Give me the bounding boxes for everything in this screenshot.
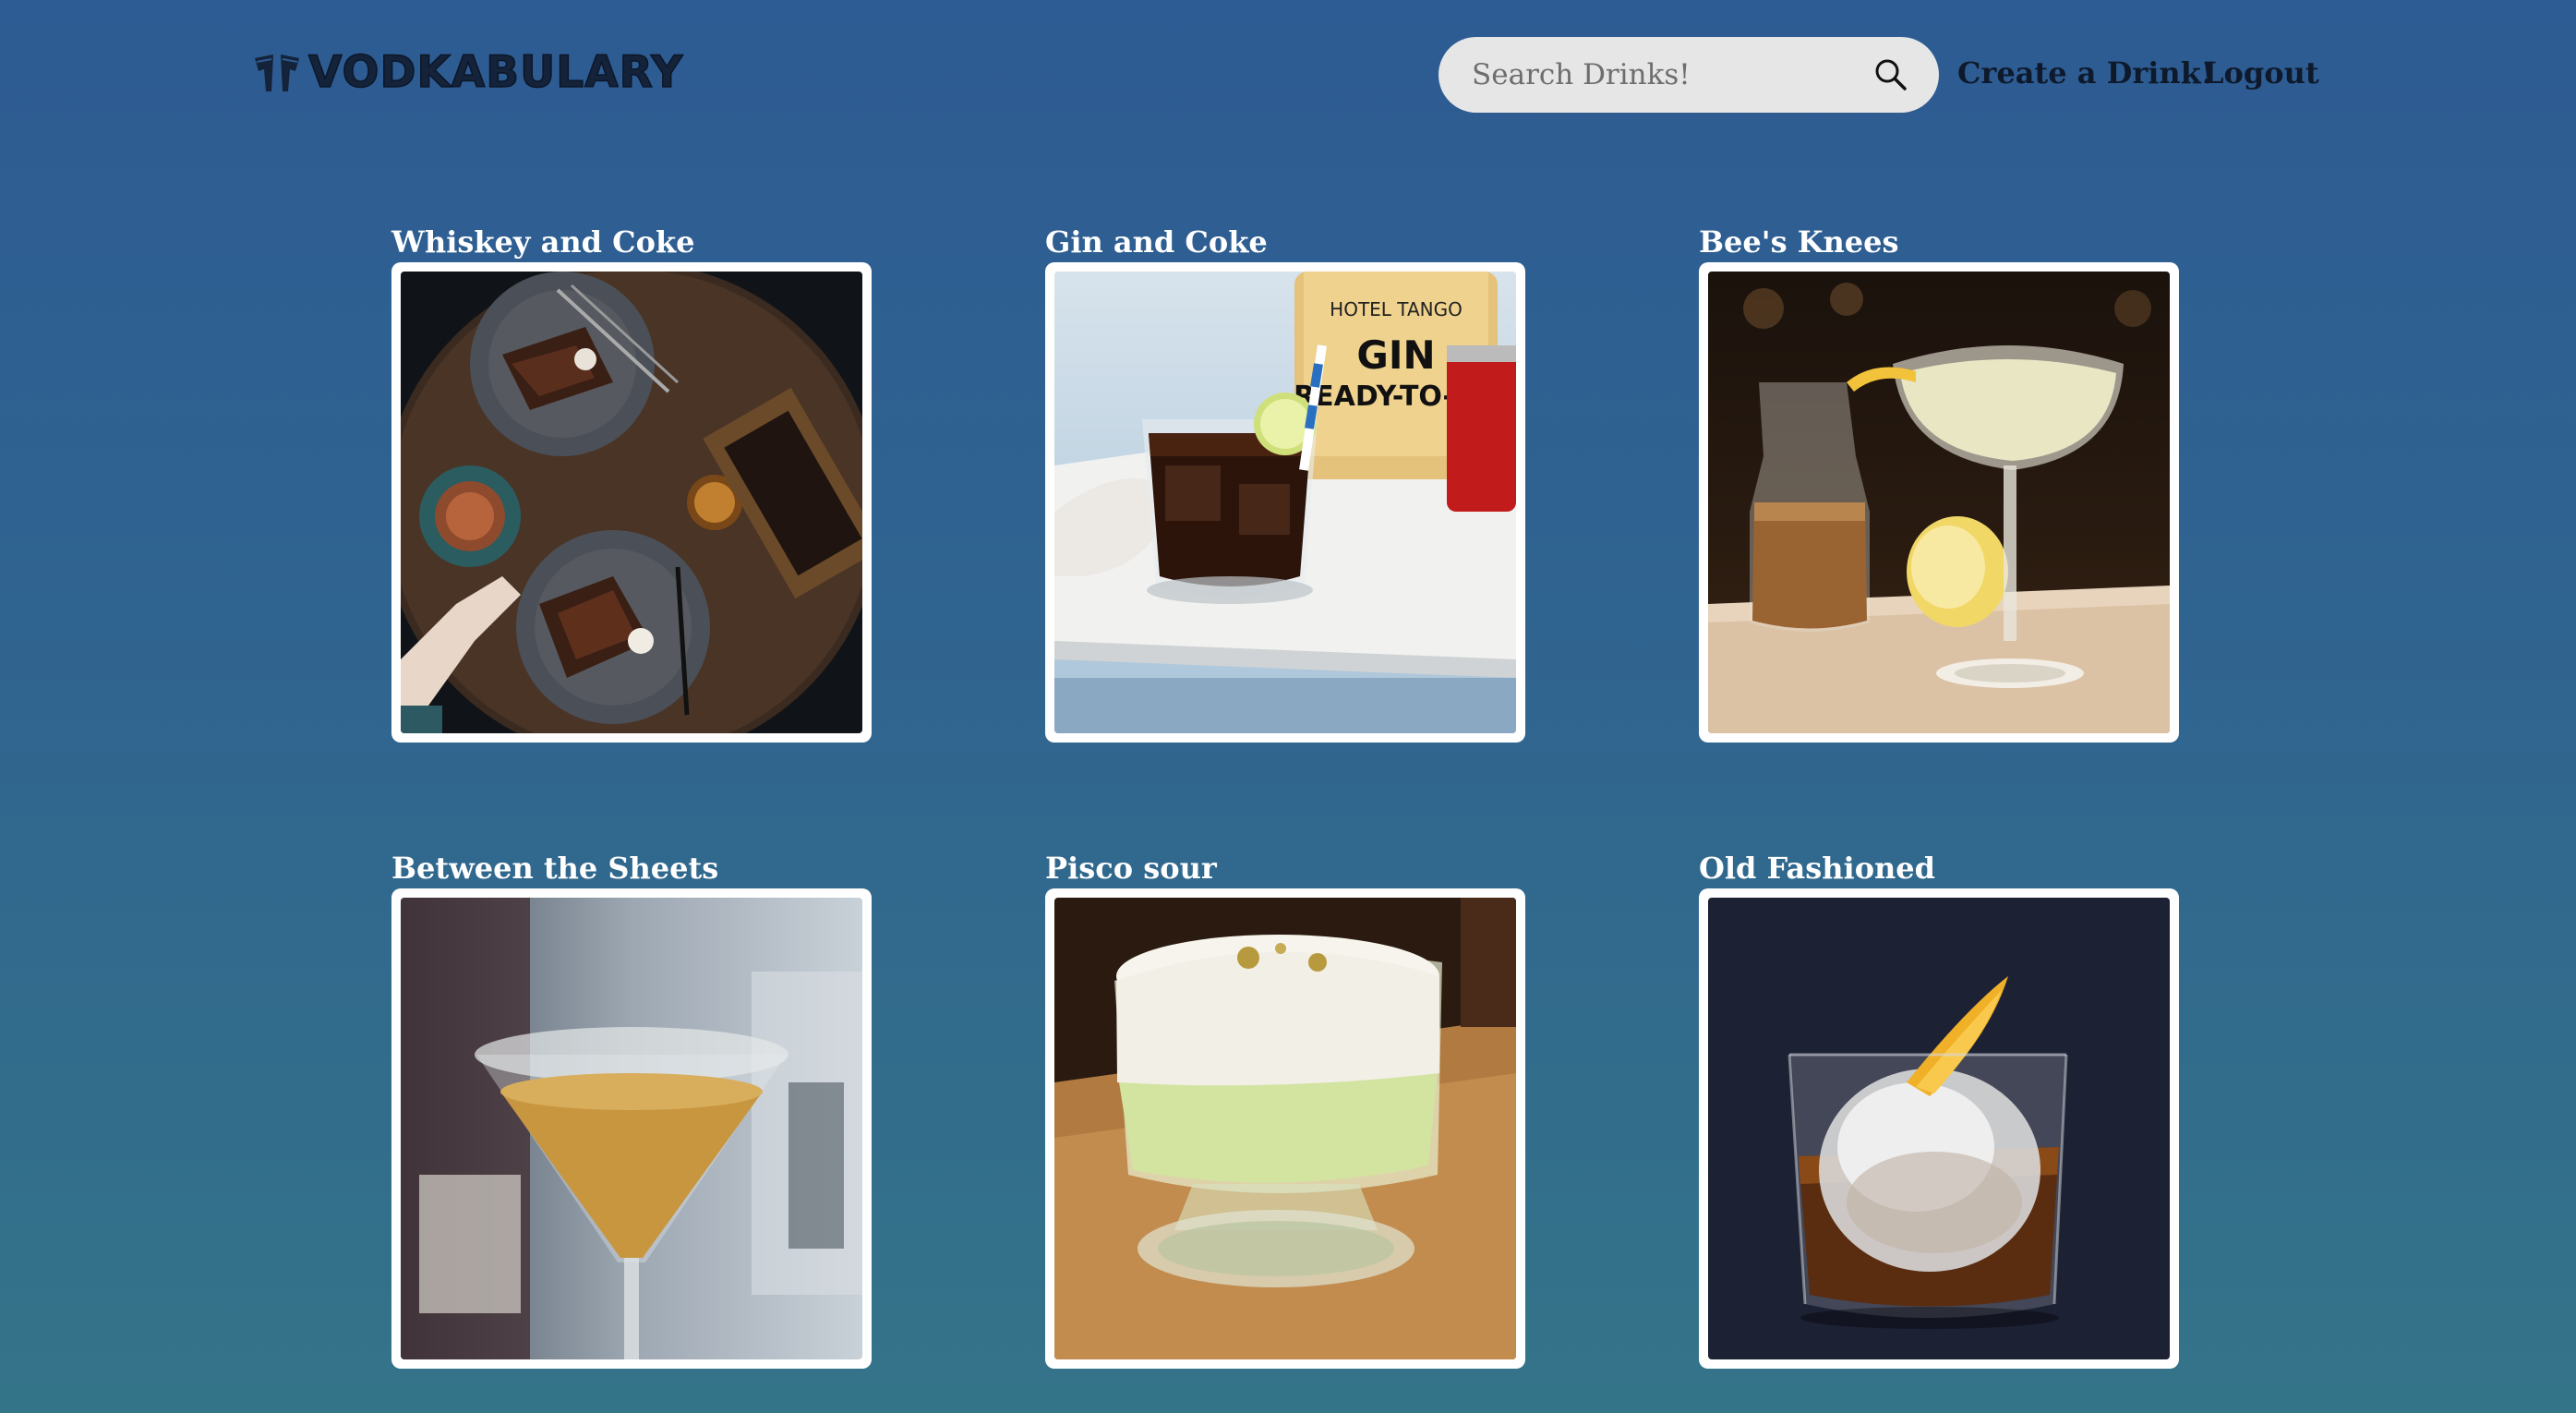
drink-image-frame[interactable] [1699, 888, 2179, 1369]
drink-image[interactable]: HOTEL TANGO GIN READY-TO-DR [1054, 272, 1516, 733]
gin-coke-photo: HOTEL TANGO GIN READY-TO-DR [1054, 272, 1516, 733]
drink-image[interactable] [1054, 898, 1516, 1359]
drink-image-frame[interactable] [391, 888, 872, 1369]
top-header: Vodkabulary Create a Drink! Logout [0, 0, 2576, 148]
drink-image[interactable] [401, 898, 862, 1359]
old-fashioned-photo [1708, 898, 2170, 1359]
drink-card[interactable]: Between the Sheets [391, 848, 872, 1369]
drink-image-frame[interactable] [391, 262, 872, 743]
logo-text: Vodkabulary [307, 46, 684, 99]
cocktail-glasses-icon [255, 54, 299, 91]
drink-title[interactable]: Old Fashioned [1699, 848, 2179, 888]
drink-title[interactable]: Between the Sheets [391, 848, 872, 888]
search-bar [1438, 37, 1939, 113]
logo[interactable]: Vodkabulary [251, 46, 683, 98]
drink-card[interactable]: Gin and Coke HOTEL TANGO GIN READY-TO-DR [1045, 222, 1525, 743]
logout-link[interactable]: Logout [2203, 55, 2319, 91]
pisco-sour-photo [1054, 898, 1516, 1359]
drink-card[interactable]: Pisco sour [1045, 848, 1525, 1369]
bottle-label-top: HOTEL TANGO [1330, 298, 1463, 320]
drink-image-frame[interactable]: HOTEL TANGO GIN READY-TO-DR [1045, 262, 1525, 743]
bottle-label-main: GIN [1356, 332, 1435, 378]
search-input[interactable] [1472, 58, 1872, 91]
search-icon[interactable] [1872, 56, 1909, 93]
drink-image[interactable] [401, 272, 862, 733]
drink-image[interactable] [1708, 898, 2170, 1359]
drink-card[interactable]: Bee's Knees [1699, 222, 2179, 743]
drink-title[interactable]: Bee's Knees [1699, 222, 2179, 262]
drink-card[interactable]: Old Fashioned [1699, 848, 2179, 1369]
drink-title[interactable]: Pisco sour [1045, 848, 1525, 888]
whiskey-coke-photo [401, 272, 862, 733]
drink-title[interactable]: Whiskey and Coke [391, 222, 872, 262]
drink-card[interactable]: Whiskey and Coke [391, 222, 872, 743]
drink-title[interactable]: Gin and Coke [1045, 222, 1525, 262]
bees-knees-photo [1708, 272, 2170, 733]
drinks-grid: Whiskey and Coke Gin and Coke HOTEL TANG… [391, 222, 2179, 1369]
create-drink-link[interactable]: Create a Drink! [1957, 55, 2214, 91]
drink-image-frame[interactable] [1045, 888, 1525, 1369]
between-the-sheets-photo [401, 898, 862, 1359]
drink-image[interactable] [1708, 272, 2170, 733]
drink-image-frame[interactable] [1699, 262, 2179, 743]
